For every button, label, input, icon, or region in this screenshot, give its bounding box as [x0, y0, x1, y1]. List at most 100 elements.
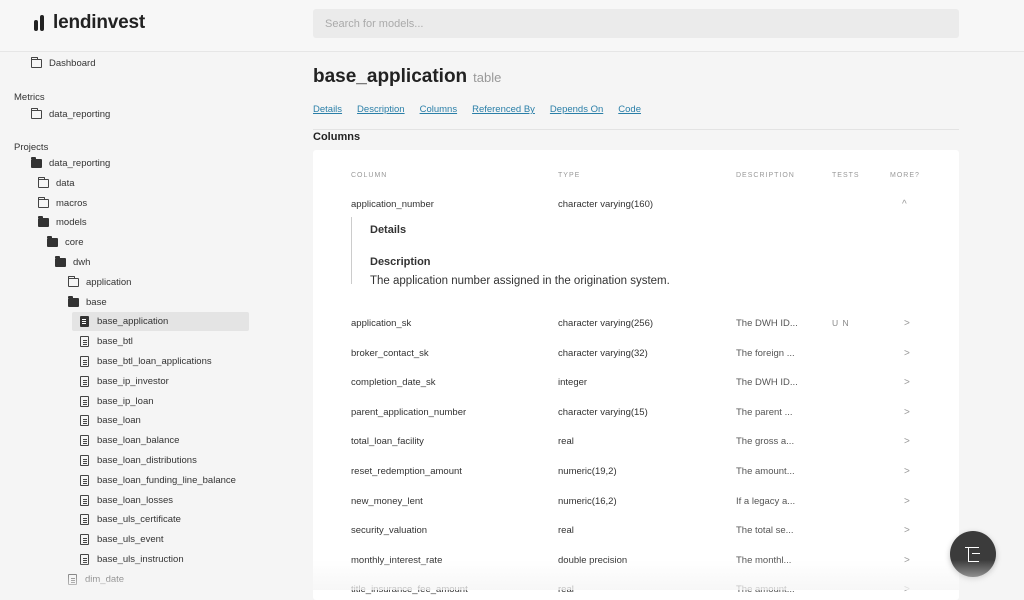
sidebar-item-base-btl-loan-applications[interactable]: base_btl_loan_applications [80, 352, 212, 371]
table-row[interactable]: new_money_lent numeric(16,2) If a legacy a… [313, 496, 959, 525]
tab-columns[interactable]: Columns [420, 104, 458, 115]
column-details-panel: Details Description The application numb… [351, 217, 911, 287]
tab-code[interactable]: Code [618, 104, 641, 115]
column-name: security_valuation [351, 525, 428, 537]
sidebar-item-base-uls-event[interactable]: base_uls_event [80, 530, 164, 549]
sidebar-item-core[interactable]: core [47, 233, 83, 252]
column-type: numeric(19,2) [558, 466, 617, 477]
sidebar-item-label: base_application [97, 316, 169, 328]
tab-referenced-by[interactable]: Referenced By [472, 104, 535, 115]
sidebar-item-label: base_loan_balance [97, 435, 180, 447]
top-header: lendinvest [0, 0, 1024, 52]
sidebar-item-label: base_ip_investor [97, 375, 169, 387]
chevron-up-icon[interactable]: ^ [902, 199, 907, 210]
table-row[interactable]: broker_contact_sk character varying(32) Th… [313, 348, 959, 377]
table-row[interactable]: security_valuation real The total se... > [313, 525, 959, 554]
column-header-column: COLUMN [351, 172, 388, 179]
file-filled-icon [80, 316, 89, 328]
column-description: The monthl... [736, 554, 792, 566]
folder-icon [31, 57, 42, 68]
column-type: character varying(160) [558, 199, 654, 210]
column-header-more: MORE? [890, 172, 920, 179]
column-type: character varying(256) [558, 318, 654, 329]
sidebar-item-dashboard[interactable]: Dashboard [31, 54, 95, 73]
chevron-right-icon[interactable]: > [904, 436, 910, 447]
chevron-right-icon[interactable]: > [904, 496, 910, 507]
lineage-graph-button[interactable] [950, 531, 996, 577]
sidebar-item-macros[interactable]: macros [38, 194, 87, 213]
sidebar-item-base-loan-balance[interactable]: base_loan_balance [80, 431, 179, 450]
main-content: base_application table Details Descriptio… [300, 52, 1024, 600]
chevron-right-icon[interactable]: > [904, 555, 910, 566]
sidebar-item-base-application[interactable]: base_application [72, 312, 249, 332]
sidebar-item-label: application [86, 276, 132, 288]
table-row[interactable]: monthly_interest_rate double precision The… [313, 555, 959, 584]
sidebar-item-dwh[interactable]: dwh [55, 253, 90, 272]
column-description: The DWH ID... [736, 377, 798, 389]
folder-open-icon [31, 157, 42, 168]
chevron-right-icon[interactable]: > [904, 525, 910, 536]
file-icon [80, 474, 89, 486]
app-logo[interactable]: lendinvest [33, 12, 145, 34]
sidebar-item-base-loan-losses[interactable]: base_loan_losses [80, 491, 173, 510]
sidebar-item-label: base_loan [97, 415, 141, 427]
details-label: Details [370, 224, 407, 236]
sidebar-item-base-loan[interactable]: base_loan [80, 411, 141, 430]
columns-section-title: Columns [313, 131, 361, 143]
column-type: integer [558, 377, 588, 389]
folder-icon [38, 176, 49, 188]
sidebar-item-base-uls-certificate[interactable]: base_uls_certificate [80, 510, 181, 529]
chevron-right-icon[interactable]: > [904, 318, 910, 329]
sidebar-item-label: dim_date [85, 573, 125, 585]
table-row[interactable]: title_insurance_fee_amount real The amount… [313, 584, 959, 600]
sidebar-item-models[interactable]: models [38, 213, 87, 232]
file-icon [80, 554, 89, 565]
sidebar-item-data-reporting[interactable]: data_reporting [31, 154, 110, 173]
sidebar-item-dim-date[interactable]: dim_date [68, 570, 124, 589]
sidebar-item-label: core [65, 237, 84, 249]
projects-heading: Projects [14, 142, 49, 153]
sidebar-item-base-loan-funding-line-balance[interactable]: base_loan_funding_line_balance [80, 471, 236, 490]
column-type: numeric(16,2) [558, 495, 617, 507]
table-row[interactable]: application_sk character varying(256) The … [313, 318, 959, 347]
folder-icon [31, 108, 42, 119]
file-icon [80, 435, 89, 447]
sidebar-item-base-ip-investor[interactable]: base_ip_investor [80, 372, 169, 391]
column-description: The parent ... [736, 406, 793, 418]
folder-open-icon [47, 236, 58, 248]
sidebar-item-label: data_reporting [49, 158, 111, 169]
file-icon [80, 514, 89, 526]
table-row[interactable]: total_loan_facility real The gross a... > [313, 436, 959, 465]
table-row[interactable]: reset_redemption_amount numeric(19,2) The … [313, 466, 959, 495]
chevron-right-icon[interactable]: > [904, 407, 910, 418]
chevron-right-icon[interactable]: > [904, 377, 910, 388]
sidebar-item-base-ip-loan[interactable]: base_ip_loan [80, 392, 154, 411]
column-header-type: TYPE [558, 172, 581, 179]
file-icon [80, 455, 89, 466]
section-tabs: Details Description Columns Referenced By De… [313, 104, 641, 115]
column-type: real [558, 436, 574, 448]
sidebar-item-base-uls-instruction[interactable]: base_uls_instruction [80, 550, 184, 569]
metrics-heading: Metrics [14, 92, 45, 103]
folder-icon [68, 275, 79, 287]
sidebar-item-data[interactable]: data [38, 174, 75, 193]
tab-details[interactable]: Details [313, 104, 342, 115]
sidebar-item-metrics-data-reporting[interactable]: data_reporting [31, 105, 110, 124]
sidebar-item-base[interactable]: base [68, 293, 107, 312]
table-row[interactable]: completion_date_sk integer The DWH ID... > [313, 377, 959, 406]
file-icon [80, 336, 89, 348]
sidebar-item-application[interactable]: application [68, 273, 131, 292]
divider [313, 129, 959, 130]
tab-description[interactable]: Description [357, 104, 405, 115]
sidebar-item-label: models [56, 217, 87, 229]
file-icon [80, 534, 89, 546]
lendinvest-logo-icon [33, 14, 47, 32]
sidebar-item-base-btl[interactable]: base_btl [80, 332, 133, 351]
chevron-right-icon[interactable]: > [904, 348, 910, 359]
chevron-right-icon[interactable]: > [904, 466, 910, 477]
tab-depends-on[interactable]: Depends On [550, 104, 603, 115]
search-input[interactable] [313, 9, 959, 38]
table-row[interactable]: parent_application_number character varyi… [313, 407, 959, 436]
sidebar-item-base-loan-distributions[interactable]: base_loan_distributions [80, 451, 197, 470]
column-name: completion_date_sk [351, 377, 436, 389]
